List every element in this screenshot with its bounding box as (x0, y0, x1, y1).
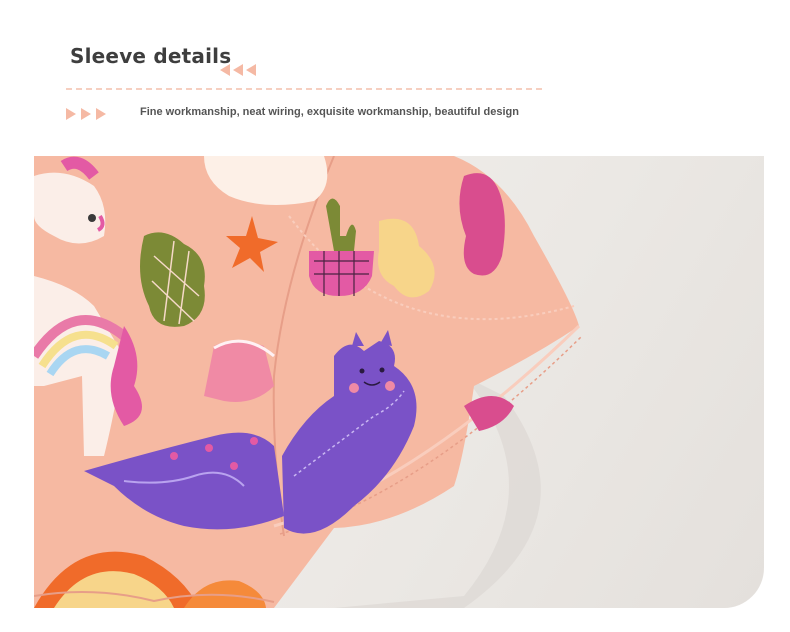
section-title: Sleeve details (70, 44, 232, 68)
title-arrows-decoration (220, 64, 256, 76)
sleeve-detail-photo (34, 156, 764, 608)
section-subtitle: Fine workmanship, neat wiring, exquisite… (140, 106, 519, 118)
arrow-right-icon (96, 108, 106, 120)
arrow-right-icon (66, 108, 76, 120)
subtitle-arrows-decoration (66, 108, 106, 120)
section-header: Sleeve details Fine workmanship, neat wi… (0, 0, 790, 150)
dashed-divider (66, 88, 542, 90)
arrow-left-icon (220, 64, 230, 76)
fabric-illustration (34, 156, 583, 608)
arrow-right-icon (81, 108, 91, 120)
arrow-left-icon (246, 64, 256, 76)
arrow-left-icon (233, 64, 243, 76)
